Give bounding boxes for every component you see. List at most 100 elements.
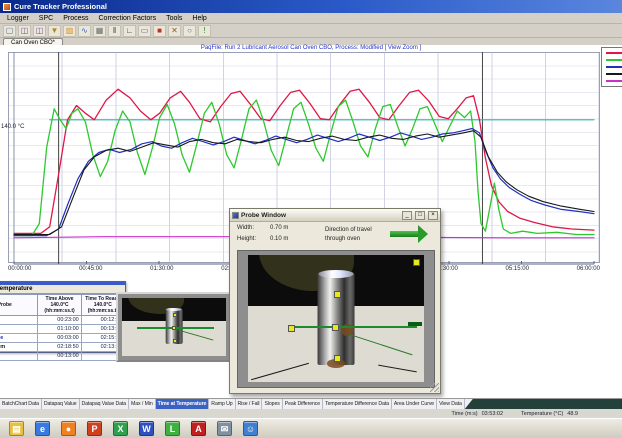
table-icon[interactable]: ▦ xyxy=(93,25,106,37)
menu-item-process[interactable]: Process xyxy=(58,13,93,24)
probe-photo-thumbnail[interactable] xyxy=(116,292,232,362)
app-icon xyxy=(3,3,11,11)
app-window: Cure Tracker Professional LoggerSPCProce… xyxy=(0,0,622,438)
media-player-icon[interactable]: ● xyxy=(61,421,76,436)
probe-marker-can-top xyxy=(334,291,341,298)
menu-item-tools[interactable]: Tools xyxy=(161,13,187,24)
legend-swatch-cf xyxy=(606,80,622,82)
status-time-value: 03:53:02 xyxy=(482,411,503,417)
status-temperature-label: Temperature (°C) xyxy=(521,411,563,417)
probe-marker xyxy=(173,313,177,317)
menu-item-correction-factors[interactable]: Correction Factors xyxy=(94,13,162,24)
time-above-cell: 00:13:00 xyxy=(38,352,81,361)
zoom-icon[interactable]: ○ xyxy=(183,25,196,37)
time-at-temperature-panel: Time at Temperature ProbeTime Above 140.… xyxy=(0,281,126,353)
menu-item-help[interactable]: Help xyxy=(187,13,211,24)
taskbar: ▤ e ● PXWLA ✉ ☺ xyxy=(0,418,622,438)
x-tick-label: 06:00:00 xyxy=(577,266,600,272)
probe-window-title: Probe Window xyxy=(241,212,399,219)
analysis-tab-datapaq-value[interactable]: Datapaq Value xyxy=(42,399,80,409)
title-bar: Cure Tracker Professional xyxy=(0,0,622,13)
menu-bar: LoggerSPCProcessCorrection FactorsToolsH… xyxy=(0,13,622,24)
menu-item-logger[interactable]: Logger xyxy=(2,13,34,24)
probe-name-cell: Can Bottom xyxy=(0,343,38,352)
powerpoint-icon[interactable]: P xyxy=(87,421,102,436)
direction-of-travel-label: Direction of travel through oven xyxy=(325,226,387,244)
mail-icon[interactable]: ✉ xyxy=(217,421,232,436)
y-axis-ref-label: 140.0 °C xyxy=(1,124,24,130)
legend-swatch-oven-top xyxy=(606,59,622,61)
internet-explorer-icon[interactable]: e xyxy=(35,421,50,436)
minimize-button[interactable]: _ xyxy=(402,211,412,220)
decorative-wedge xyxy=(465,399,622,409)
close-button[interactable]: × xyxy=(428,211,438,220)
scheduler-icon[interactable]: L xyxy=(165,421,180,436)
time-above-cell: 02:18:50 xyxy=(38,343,81,352)
analysis-tab-rise-fall[interactable]: Rise / Fall xyxy=(236,399,263,409)
logger-download-icon[interactable]: ◫ xyxy=(33,25,46,37)
probe-marker xyxy=(173,339,177,343)
probe-connector xyxy=(408,322,422,326)
logger-setup-icon[interactable]: ◫ xyxy=(18,25,31,37)
analysis-tab-datapaq-value-data[interactable]: Datapaq Value Data xyxy=(80,399,130,409)
messenger-icon[interactable]: ☺ xyxy=(243,421,258,436)
probe-photo xyxy=(248,255,424,382)
analysis-tab-view-data[interactable]: View Data xyxy=(437,399,465,409)
x-tick-label: 00:00:00 xyxy=(8,266,31,272)
menu-item-spc[interactable]: SPC xyxy=(34,13,58,24)
analysis-tab-max-min[interactable]: Max / Min xyxy=(129,399,156,409)
time-above-cell: 01:10:00 xyxy=(38,325,81,334)
probe-icon[interactable]: ! xyxy=(198,25,211,37)
table-row: CF00:13:00--- xyxy=(0,352,125,361)
analysis-tab-peak-difference[interactable]: Peak Difference xyxy=(283,399,323,409)
bottom-tab-strip: BatchChart DataDatapaq ValueDatapaq Valu… xyxy=(0,398,622,409)
chart-legend xyxy=(601,47,622,87)
pause-icon[interactable]: ‖ xyxy=(108,25,121,37)
height-value: 0.10 m xyxy=(270,236,288,242)
acrobat-icon[interactable]: A xyxy=(191,421,206,436)
probe-marker-top-right xyxy=(413,259,420,266)
table-column-header: Time Above 140.0°C (hh:mm:ss.t) xyxy=(38,295,81,316)
table-row: Can Middle00:03:0002:15:10 xyxy=(0,334,125,343)
probe-name-cell: CF xyxy=(0,352,38,361)
probe-wire-2 xyxy=(348,334,412,356)
chart-title: PaqFile: Run 2 Lubricant Aerosol Can Ove… xyxy=(0,45,622,51)
analysis-tab-time-at-temperature[interactable]: Time at Temperature xyxy=(156,399,210,409)
folder-icon[interactable]: ▤ xyxy=(9,421,24,436)
new-report-icon[interactable]: ▢ xyxy=(3,25,16,37)
table-row: Can Top00:23:0000:12:50 xyxy=(0,316,125,325)
analysis-tab-temperature-difference-data[interactable]: Temperature Difference Data xyxy=(323,399,392,409)
analysis-tab-area-under-curve[interactable]: Area Under Curve xyxy=(392,399,437,409)
tools-icon[interactable]: ✕ xyxy=(168,25,181,37)
excel-icon[interactable]: X xyxy=(113,421,128,436)
analysis-tab-batchchart-data[interactable]: BatchChart Data xyxy=(0,399,42,409)
height-label: Height: xyxy=(237,236,256,242)
chart-icon[interactable]: ∿ xyxy=(78,25,91,37)
width-label: Width: xyxy=(237,225,254,231)
legend-swatch-can-top xyxy=(606,52,622,54)
measure-icon[interactable]: ∟ xyxy=(123,25,136,37)
time-above-cell: 00:03:00 xyxy=(38,334,81,343)
probe-name-cell: Can Top xyxy=(0,316,38,325)
stop-icon[interactable]: ■ xyxy=(153,25,166,37)
probe-window-titlebar[interactable]: Probe Window _ □ × xyxy=(230,209,440,222)
probe-name-cell: Can Middle xyxy=(0,334,38,343)
probe-marker xyxy=(172,326,176,330)
filter-icon[interactable]: ▼ xyxy=(48,25,61,37)
direction-arrow-icon xyxy=(390,231,418,237)
probe-window-dialog: Probe Window _ □ × Width: 0.70 m Height:… xyxy=(229,208,441,394)
maximize-button[interactable]: □ xyxy=(415,211,425,220)
open-folder-icon[interactable]: ▨ xyxy=(63,25,76,37)
resize-grip[interactable] xyxy=(430,383,439,392)
legend-swatch-can-middle xyxy=(606,66,622,68)
width-value: 0.70 m xyxy=(270,225,288,231)
analysis-tab-slopes[interactable]: Slopes xyxy=(262,399,282,409)
print-icon[interactable]: ▭ xyxy=(138,25,151,37)
probe-window-info: Width: 0.70 m Height: 0.10 m Direction o… xyxy=(230,222,440,249)
word-icon[interactable]: W xyxy=(139,421,154,436)
probe-wire xyxy=(294,326,417,328)
table-row: Oven Top01:10:0000:13:10 xyxy=(0,325,125,334)
time-at-temperature-table: ProbeTime Above 140.0°C (hh:mm:ss.t)Time… xyxy=(0,294,125,361)
analysis-tab-ramp-up[interactable]: Ramp Up xyxy=(209,399,235,409)
status-temperature-value: 48.9 xyxy=(567,411,578,417)
